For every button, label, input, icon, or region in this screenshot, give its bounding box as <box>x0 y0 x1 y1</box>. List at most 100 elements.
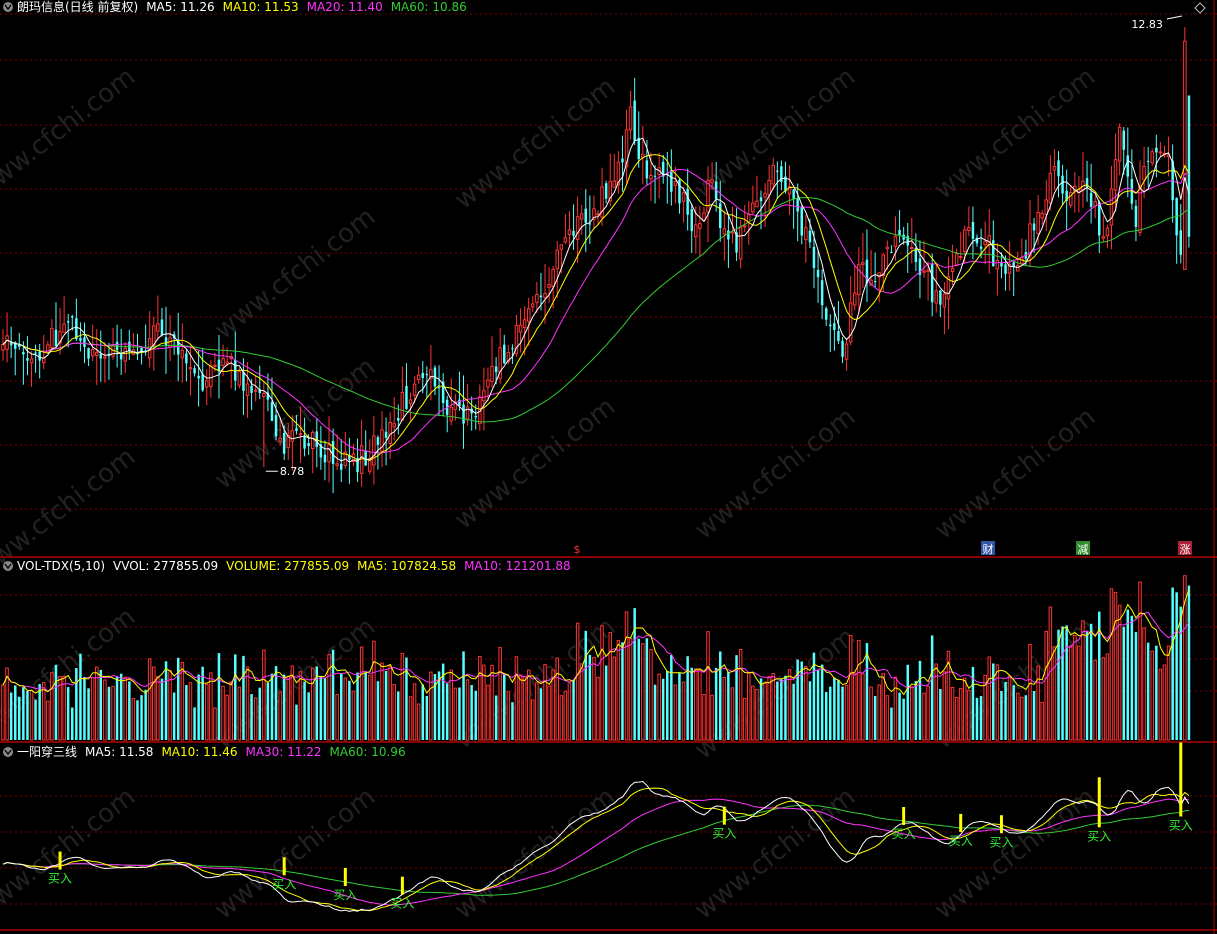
volume-bar[interactable] <box>792 683 795 740</box>
candle-body[interactable] <box>727 230 730 240</box>
volume-bar[interactable] <box>38 684 41 740</box>
candle-body[interactable] <box>1004 264 1007 274</box>
volume-bar[interactable] <box>490 664 494 741</box>
volume-bar[interactable] <box>307 692 310 740</box>
candle-body[interactable] <box>853 292 857 306</box>
candle-body[interactable] <box>939 290 942 305</box>
volume-bar[interactable] <box>559 695 564 741</box>
volume-bar[interactable] <box>392 684 396 741</box>
volume-bar[interactable] <box>237 686 242 741</box>
volume-bar[interactable] <box>34 699 37 740</box>
volume-bar[interactable] <box>890 707 893 740</box>
volume-bar[interactable] <box>380 662 384 741</box>
volume-bar[interactable] <box>1171 587 1174 741</box>
candle-body[interactable] <box>1032 223 1036 231</box>
volume-bar[interactable] <box>1162 664 1167 741</box>
candle-body[interactable] <box>1142 166 1146 181</box>
volume-bar[interactable] <box>319 675 323 740</box>
candle-body[interactable] <box>1105 227 1110 237</box>
candle-body[interactable] <box>759 197 763 202</box>
volume-bar[interactable] <box>759 678 763 740</box>
candle-body[interactable] <box>531 303 535 308</box>
volume-bar[interactable] <box>478 655 482 741</box>
volume-bar[interactable] <box>286 675 290 741</box>
volume-bar[interactable] <box>825 692 828 740</box>
volume-bar[interactable] <box>522 676 527 741</box>
candle-body[interactable] <box>621 158 624 163</box>
candle-body[interactable] <box>567 229 572 236</box>
volume-bar[interactable] <box>494 695 498 741</box>
volume-bar[interactable] <box>364 672 367 740</box>
volume-bar[interactable] <box>384 671 388 740</box>
volume-bar[interactable] <box>421 684 425 740</box>
volume-bar[interactable] <box>1077 645 1081 741</box>
volume-bar[interactable] <box>168 670 172 741</box>
volume-bar[interactable] <box>572 679 575 740</box>
volume-bar[interactable] <box>1142 627 1146 741</box>
volume-bar[interactable] <box>914 681 918 740</box>
candle-body[interactable] <box>71 316 74 318</box>
volume-bar[interactable] <box>201 666 204 740</box>
volume-bar[interactable] <box>1089 623 1093 740</box>
volume-bar[interactable] <box>217 653 221 740</box>
volume-bar[interactable] <box>152 666 156 741</box>
volume-bar[interactable] <box>1093 659 1097 741</box>
candle-body[interactable] <box>837 331 840 341</box>
candle-body[interactable] <box>983 240 987 246</box>
candle-body[interactable] <box>87 348 90 359</box>
volume-bar[interactable] <box>657 673 661 741</box>
candle-body[interactable] <box>930 263 934 303</box>
candle-body[interactable] <box>885 246 890 250</box>
candle-body[interactable] <box>681 192 686 202</box>
volume-bar[interactable] <box>844 685 849 741</box>
volume-bar[interactable] <box>359 646 364 741</box>
volume-bar[interactable] <box>1150 650 1154 741</box>
volume-bar[interactable] <box>209 672 213 741</box>
candle-body[interactable] <box>1048 172 1053 204</box>
candle-body[interactable] <box>950 267 955 272</box>
candle-body[interactable] <box>942 293 947 308</box>
volume-bar[interactable] <box>1032 691 1036 740</box>
volume-bar[interactable] <box>995 664 1000 741</box>
volume-bar[interactable] <box>930 635 934 740</box>
candle-body[interactable] <box>910 247 914 249</box>
volume-bar[interactable] <box>42 682 46 741</box>
volume-bar[interactable] <box>567 682 572 741</box>
volume-bar[interactable] <box>128 681 131 740</box>
volume-bar[interactable] <box>592 656 596 741</box>
volume-bar[interactable] <box>885 695 890 741</box>
volume-bar[interactable] <box>160 678 164 740</box>
candle-body[interactable] <box>392 423 396 428</box>
candle-body[interactable] <box>1150 151 1154 164</box>
volume-bar[interactable] <box>873 696 877 740</box>
candle-body[interactable] <box>1098 202 1101 236</box>
volume-bar[interactable] <box>820 664 824 740</box>
candle-body[interactable] <box>967 227 971 232</box>
candle-body[interactable] <box>331 441 335 464</box>
collapse-toggle-icon[interactable] <box>3 747 13 757</box>
candle-body[interactable] <box>825 308 828 320</box>
candle-body[interactable] <box>751 202 755 213</box>
volume-bar[interactable] <box>1065 625 1068 740</box>
volume-bar[interactable] <box>188 682 193 741</box>
volume-bar[interactable] <box>1073 635 1077 741</box>
volume-bar[interactable] <box>486 684 490 741</box>
volume-bar[interactable] <box>714 667 718 740</box>
candle-body[interactable] <box>1187 95 1191 237</box>
candle-body[interactable] <box>1040 212 1044 219</box>
candle-body[interactable] <box>551 268 555 287</box>
volume-bar[interactable] <box>425 696 429 740</box>
candle-body[interactable] <box>250 385 253 393</box>
volume-bar[interactable] <box>335 694 339 741</box>
volume-bar[interactable] <box>1000 691 1003 740</box>
volume-bar[interactable] <box>123 676 127 741</box>
candle-body[interactable] <box>397 418 400 421</box>
volume-bar[interactable] <box>185 685 188 740</box>
volume-bar[interactable] <box>298 671 303 741</box>
candle-body[interactable] <box>1122 130 1126 150</box>
candle-body[interactable] <box>449 406 453 422</box>
volume-bar[interactable] <box>225 694 229 741</box>
volume-bar[interactable] <box>278 691 282 741</box>
volume-bar[interactable] <box>295 704 298 740</box>
candle-body[interactable] <box>1126 155 1130 177</box>
